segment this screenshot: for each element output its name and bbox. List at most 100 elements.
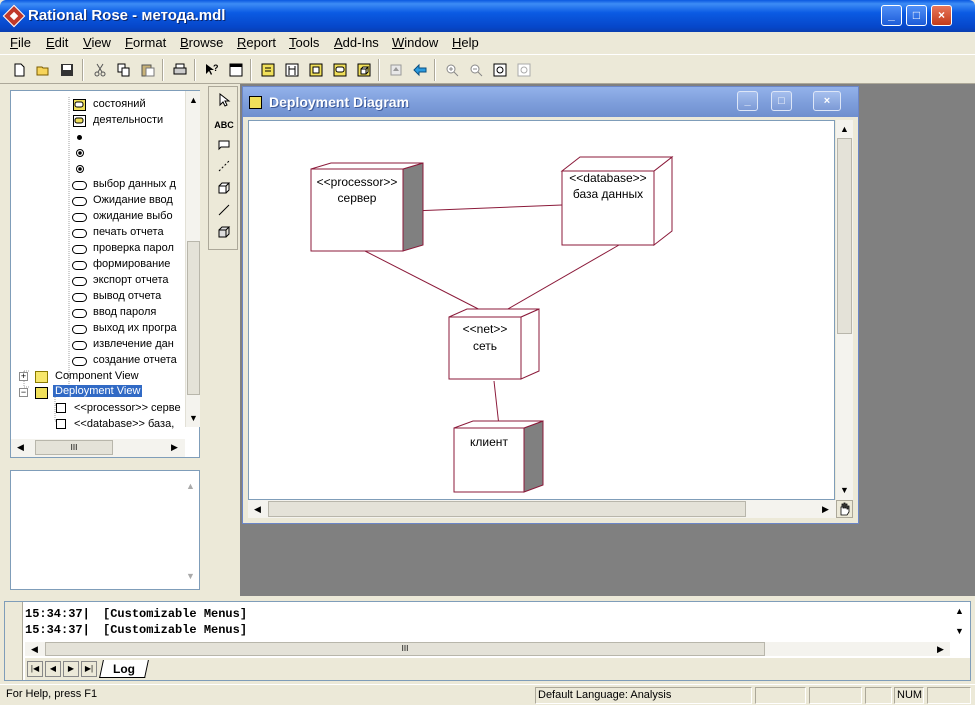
tree-item[interactable]: состояний — [11, 97, 185, 113]
menu-format[interactable]: Format — [125, 35, 166, 50]
tree-item[interactable]: экспорт отчета — [11, 273, 185, 289]
pan-button[interactable] — [836, 500, 853, 518]
diagram-minimize-button[interactable]: _ — [737, 91, 758, 111]
save-button[interactable] — [57, 60, 77, 80]
menu-report[interactable]: Report — [237, 35, 276, 50]
menu-window[interactable]: Window — [392, 35, 438, 50]
scroll-up-arrow-icon[interactable]: ▲ — [186, 93, 201, 108]
scroll-down-arrow-icon[interactable]: ▼ — [837, 483, 852, 498]
menu-add-ins[interactable]: Add-Ins — [334, 35, 379, 50]
cut-button[interactable] — [90, 60, 110, 80]
browser-horizontal-scrollbar[interactable]: ◀ III ▶ — [11, 439, 185, 457]
text-tool[interactable]: ABC — [213, 115, 235, 135]
scroll-thumb[interactable] — [837, 138, 852, 334]
anchor-note-tool[interactable] — [213, 159, 235, 179]
menu-edit[interactable]: Edit — [46, 35, 68, 50]
tree-item[interactable]: печать отчета — [11, 225, 185, 241]
maximize-button[interactable]: □ — [906, 5, 927, 26]
connector-net-client[interactable] — [493, 380, 500, 427]
tree-item[interactable]: создание отчета — [11, 353, 185, 369]
tree-item[interactable]: выход их програ — [11, 321, 185, 337]
processor-tool[interactable] — [213, 181, 235, 201]
interaction-diagram-button[interactable] — [282, 60, 302, 80]
note-tool[interactable] — [213, 137, 235, 157]
menu-file[interactable]: File — [10, 35, 31, 50]
tree-item[interactable] — [11, 161, 185, 177]
zoom-out-button[interactable] — [466, 60, 486, 80]
model-browser[interactable]: состояний деятельности выбор данных д Ож… — [10, 90, 200, 458]
canvas-vertical-scrollbar[interactable]: ▲ ▼ — [836, 120, 853, 500]
diagram-close-button[interactable]: × — [813, 91, 841, 111]
open-button[interactable] — [33, 60, 53, 80]
new-file-button[interactable] — [9, 60, 29, 80]
scroll-down-arrow-icon[interactable]: ▼ — [183, 569, 198, 584]
tree-item[interactable]: проверка парол — [11, 241, 185, 257]
scroll-left-arrow-icon[interactable]: ◀ — [250, 502, 265, 517]
log-vertical-scrollbar[interactable]: ▲ ▼ — [952, 604, 968, 642]
tree-item[interactable]: вывод отчета — [11, 289, 185, 305]
copy-button[interactable] — [114, 60, 134, 80]
deployment-diagram-button[interactable] — [354, 60, 374, 80]
zoom-in-button[interactable] — [442, 60, 462, 80]
fit-in-window-button[interactable] — [490, 60, 510, 80]
scroll-thumb[interactable]: III — [35, 440, 113, 455]
device-tool[interactable] — [213, 225, 235, 245]
collapse-icon[interactable]: − — [19, 388, 28, 397]
documentation-pane[interactable]: ▲ ▼ — [10, 470, 200, 590]
tree-item-component-view[interactable]: + Component View — [11, 369, 185, 385]
log-horizontal-scrollbar[interactable]: ◀ III ▶ — [25, 642, 950, 656]
scroll-left-arrow-icon[interactable]: ◀ — [13, 440, 28, 455]
scroll-right-arrow-icon[interactable]: ▶ — [818, 502, 833, 517]
scroll-right-arrow-icon[interactable]: ▶ — [167, 440, 182, 455]
paste-button[interactable] — [138, 60, 158, 80]
selection-tool[interactable] — [213, 92, 235, 113]
tree-item[interactable]: <<processor>> серве — [11, 401, 185, 417]
scroll-thumb[interactable] — [268, 501, 746, 517]
last-tab-icon[interactable]: ▶| — [81, 661, 97, 677]
connector-server-net[interactable] — [364, 250, 495, 318]
scroll-down-arrow-icon[interactable]: ▼ — [952, 624, 967, 639]
tree-item[interactable] — [11, 129, 185, 145]
log-gripper[interactable] — [5, 602, 23, 680]
diagram-title-bar[interactable]: Deployment Diagram _ □ × — [243, 87, 858, 117]
expand-icon[interactable]: + — [19, 372, 28, 381]
tree-item-deployment-view[interactable]: − Deployment View — [11, 385, 185, 401]
minimize-button[interactable]: _ — [881, 5, 902, 26]
menu-tools[interactable]: Tools — [289, 35, 319, 50]
class-diagram-button[interactable] — [258, 60, 278, 80]
close-button[interactable]: × — [931, 5, 952, 26]
component-diagram-button[interactable] — [306, 60, 326, 80]
scroll-thumb[interactable]: III — [45, 642, 765, 656]
scroll-left-arrow-icon[interactable]: ◀ — [27, 642, 42, 657]
print-button[interactable] — [170, 60, 190, 80]
scroll-thumb[interactable] — [187, 241, 200, 395]
client-node[interactable] — [453, 420, 544, 493]
rational-rose-icon[interactable] — [2, 4, 26, 28]
menu-view[interactable]: View — [83, 35, 111, 50]
canvas-horizontal-scrollbar[interactable]: ◀ ▶ — [248, 500, 836, 518]
browse-parent-button[interactable] — [386, 60, 406, 80]
tree-item[interactable]: извлечение дан — [11, 337, 185, 353]
connector-server-database[interactable] — [411, 204, 563, 212]
browser-vertical-scrollbar[interactable]: ▲ ▼ — [185, 91, 200, 427]
menu-browse[interactable]: Browse — [180, 35, 223, 50]
view-window-button[interactable] — [226, 60, 246, 80]
title-bar[interactable]: Rational Rose - метода.mdl _ □ × — [0, 0, 975, 32]
tree-item[interactable] — [11, 145, 185, 161]
tree-item[interactable]: деятельности — [11, 113, 185, 129]
scroll-up-arrow-icon[interactable]: ▲ — [952, 604, 967, 619]
tree-item[interactable]: формирование — [11, 257, 185, 273]
first-tab-icon[interactable]: |◀ — [27, 661, 43, 677]
menu-help[interactable]: Help — [452, 35, 479, 50]
statechart-diagram-button[interactable] — [330, 60, 350, 80]
browse-previous-button[interactable] — [410, 60, 430, 80]
diagram-canvas[interactable]: <<processor>> сервер <<database>> база д… — [248, 120, 835, 500]
tree-item[interactable]: ввод пароля — [11, 305, 185, 321]
tree-item[interactable]: ожидание выбо — [11, 209, 185, 225]
scroll-up-arrow-icon[interactable]: ▲ — [183, 479, 198, 494]
diagram-maximize-button[interactable]: □ — [771, 91, 792, 111]
scroll-right-arrow-icon[interactable]: ▶ — [933, 642, 948, 657]
tree-item[interactable]: <<database>> база, — [11, 417, 185, 433]
prev-tab-icon[interactable]: ◀ — [45, 661, 61, 677]
context-help-button[interactable]: ? — [202, 60, 222, 80]
